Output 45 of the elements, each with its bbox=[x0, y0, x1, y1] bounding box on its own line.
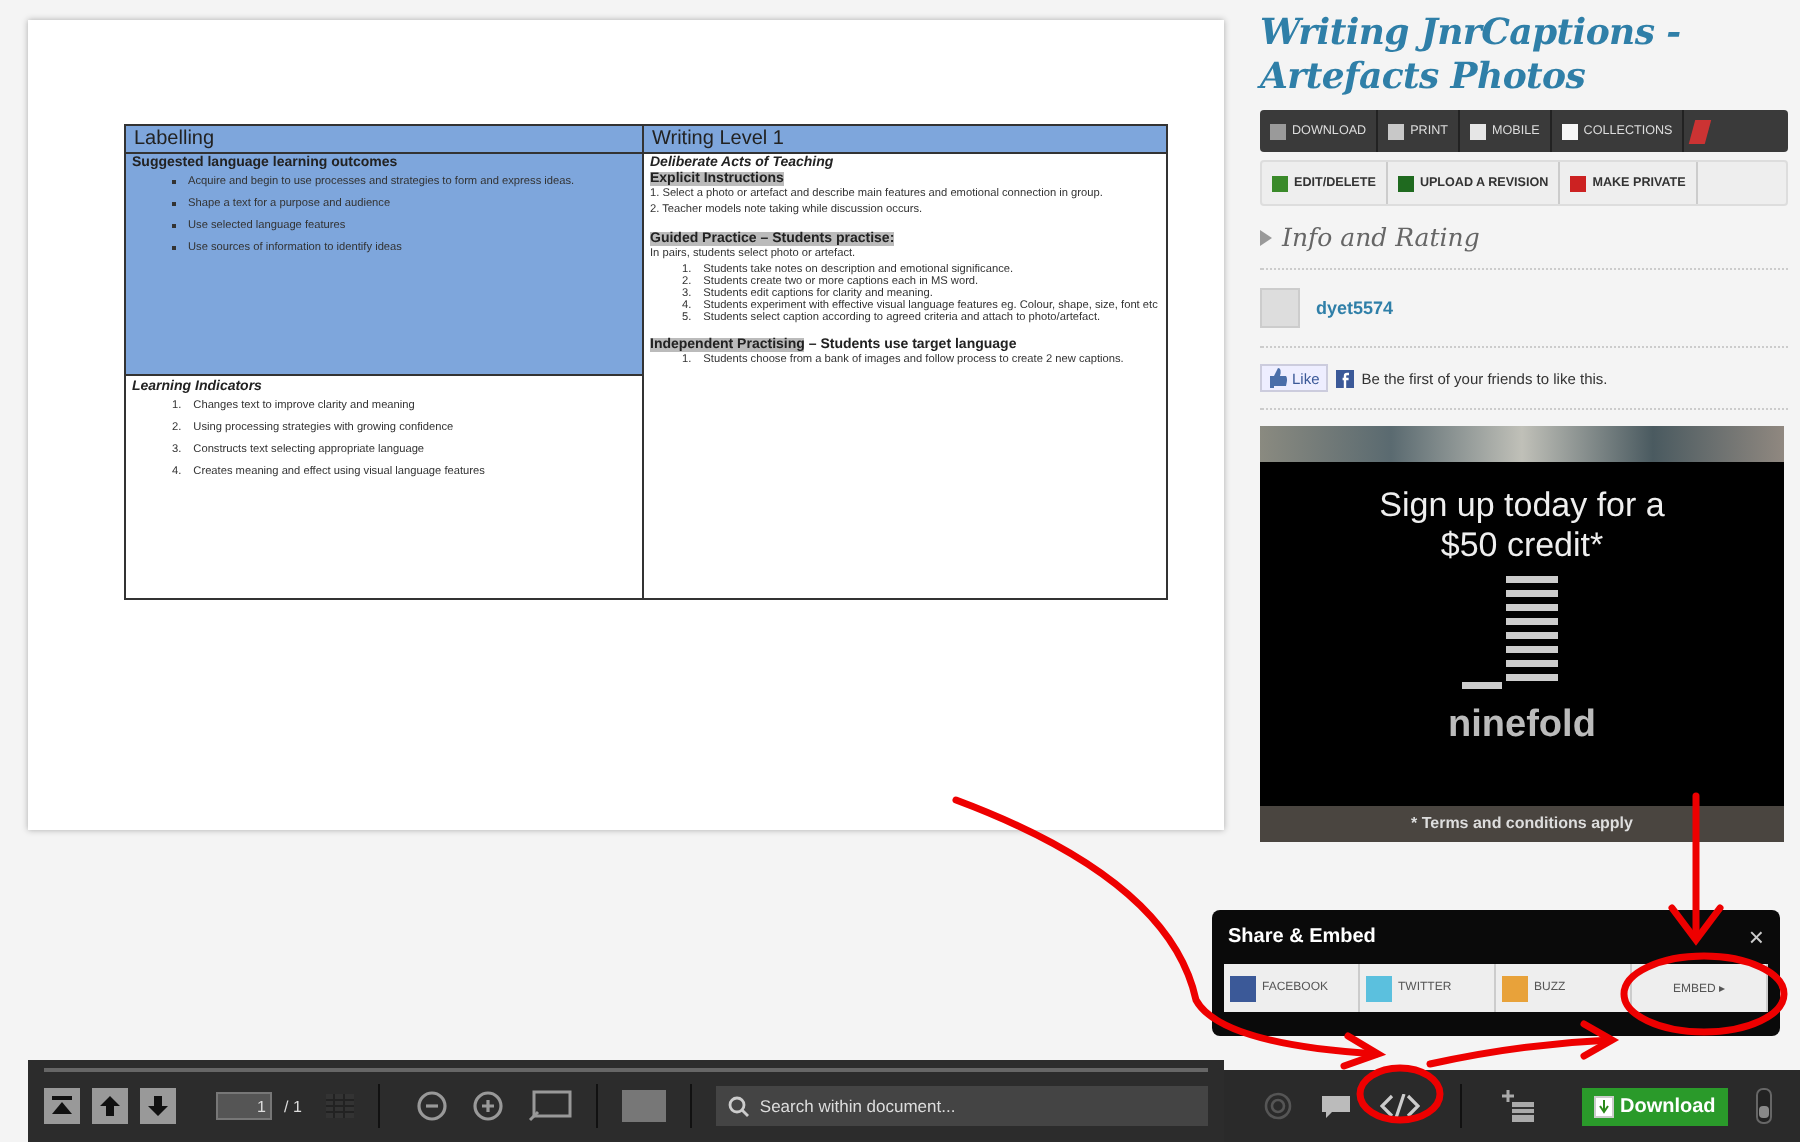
search-field[interactable]: Search within document... bbox=[715, 1086, 1208, 1126]
square-icon bbox=[1366, 975, 1392, 1001]
collection-icon[interactable] bbox=[1502, 1090, 1534, 1122]
next-page-button[interactable] bbox=[140, 1088, 176, 1124]
arrow-up-icon bbox=[98, 1094, 122, 1118]
column-heading: Writing Level 1 bbox=[644, 126, 1166, 154]
view-mode-button[interactable] bbox=[621, 1090, 666, 1122]
brand-logo-text: ninefold bbox=[1448, 704, 1596, 749]
avatar-placeholder bbox=[1260, 288, 1300, 329]
facebook-icon bbox=[1335, 369, 1354, 388]
screen-icon[interactable] bbox=[527, 1090, 572, 1122]
username-link[interactable]: dyet5574 bbox=[1316, 298, 1394, 319]
square-icon bbox=[1272, 175, 1288, 192]
square-icon bbox=[1230, 975, 1256, 1001]
expand-triangle-icon[interactable] bbox=[1260, 229, 1272, 246]
terms-text: * Terms and conditions apply bbox=[1260, 806, 1784, 843]
square-icon bbox=[1388, 123, 1405, 140]
page-total: / 1 bbox=[284, 1097, 302, 1115]
square-icon bbox=[1561, 123, 1578, 140]
advertisement-banner[interactable]: Sign up today for a $50 credit* ninefold * Terms and conditions apply bbox=[1260, 426, 1784, 843]
square-icon bbox=[1502, 975, 1528, 1001]
hand-drawn-circle bbox=[1356, 1064, 1444, 1124]
popup-title: Share & Embed bbox=[1228, 926, 1376, 948]
square-icon bbox=[1397, 175, 1414, 192]
zoom-out-icon[interactable] bbox=[415, 1090, 448, 1122]
comment-icon[interactable] bbox=[1320, 1093, 1352, 1119]
zoom-in-icon[interactable] bbox=[471, 1090, 504, 1122]
column-heading: Labelling bbox=[126, 126, 642, 154]
download-icon bbox=[1594, 1095, 1614, 1117]
first-page-icon bbox=[50, 1094, 74, 1118]
embed-code-icon[interactable] bbox=[1380, 1094, 1420, 1118]
square-icon bbox=[1270, 123, 1286, 140]
document-title: Writing JnrCaptions - Artefacts Photos bbox=[1260, 12, 1683, 99]
ad-headline: Sign up today for a $50 credit* bbox=[1377, 486, 1667, 565]
section-heading[interactable]: Info and Rating bbox=[1282, 222, 1480, 253]
thumbs-up-icon bbox=[1268, 368, 1288, 389]
square-icon bbox=[1570, 175, 1587, 192]
page-number-field[interactable]: 1 bbox=[216, 1092, 272, 1120]
close-button[interactable]: × bbox=[1748, 922, 1764, 952]
square-icon bbox=[1470, 123, 1486, 140]
previous-page-button[interactable] bbox=[92, 1088, 128, 1124]
download-button[interactable]: Download bbox=[1582, 1087, 1728, 1125]
scroll-toggle-icon[interactable] bbox=[1755, 1088, 1772, 1124]
first-page-button[interactable] bbox=[44, 1088, 80, 1124]
arrow-down-icon bbox=[146, 1094, 170, 1118]
